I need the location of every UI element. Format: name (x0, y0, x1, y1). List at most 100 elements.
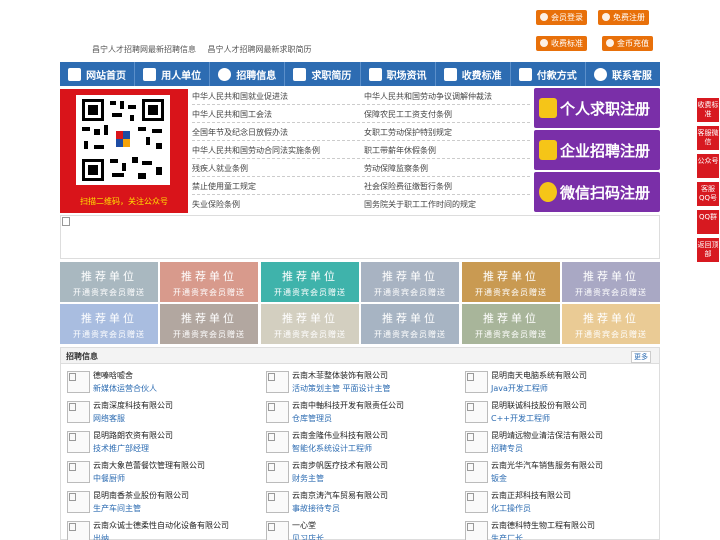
company-name[interactable]: 昆明靖远物业清洁保洁有限公司 (491, 430, 603, 441)
company-logo[interactable] (67, 431, 90, 453)
recommend-tile[interactable]: 推荐单位 开通贵宾会员赠送 (562, 262, 660, 302)
job-listing[interactable]: 云南大象芭蕾餐饮管理有限公司 中餐厨师 (61, 458, 257, 488)
job-listing[interactable]: 云南木菲整体装饰有限公司 活动策划主管 平面设计主管 (260, 368, 456, 398)
company-logo[interactable] (266, 521, 289, 540)
job-listing[interactable]: 一心堂 见习店长 (260, 518, 456, 540)
company-logo[interactable] (266, 371, 289, 393)
job-title[interactable]: 钣金 (491, 473, 507, 484)
company-logo[interactable] (465, 401, 488, 423)
company-logo[interactable] (465, 431, 488, 453)
job-listing[interactable]: 云南京涛汽车贸易有限公司 事故接待专员 (260, 488, 456, 518)
nav-resumes[interactable]: 求职简历 (285, 62, 361, 86)
job-listing[interactable]: 云南步帆医疗技术有限公司 财务主管 (260, 458, 456, 488)
company-name[interactable]: 昆明路朗农资有限公司 (93, 430, 173, 441)
job-listing[interactable]: 云南正邦科技有限公司 化工操作员 (459, 488, 655, 518)
company-logo[interactable] (465, 521, 488, 540)
company-name[interactable]: 昆明联诚科技股份有限公司 (491, 400, 587, 411)
nav-jobs[interactable]: 招聘信息 (210, 62, 286, 86)
job-title[interactable]: 生产车间主管 (93, 503, 141, 514)
company-logo[interactable] (465, 371, 488, 393)
job-title[interactable]: 见习店长 (292, 533, 324, 540)
job-listing[interactable]: 昆明南天电脑系统有限公司 Java开发工程师 (459, 368, 655, 398)
coin-recharge-button[interactable]: 金币充值 (602, 36, 653, 51)
job-listing[interactable]: 云南众诚士德柔性自动化设备有限公司 出纳 (61, 518, 257, 540)
company-logo[interactable] (67, 461, 90, 483)
company-name[interactable]: 云南金隆伟业科技有限公司 (292, 430, 388, 441)
nav-employers[interactable]: 用人单位 (135, 62, 211, 86)
job-title[interactable]: 化工操作员 (491, 503, 531, 514)
fee-standard-button[interactable]: 收费标准 (536, 36, 587, 51)
job-title[interactable]: 财务主管 (292, 473, 324, 484)
company-logo[interactable] (266, 431, 289, 453)
company-name[interactable]: 德嗪晗嘘舍 (93, 370, 133, 381)
company-name[interactable]: 云南木菲整体装饰有限公司 (292, 370, 388, 381)
wechat-register-button[interactable]: 微信扫码注册 (534, 172, 660, 212)
company-logo[interactable] (67, 491, 90, 513)
law-link[interactable]: 劳动保障监察条例 (364, 163, 428, 174)
side-back-to-top[interactable]: 返回顶部 (697, 238, 719, 262)
company-name[interactable]: 云南深度科技有限公司 (93, 400, 173, 411)
recommend-tile[interactable]: 推荐单位 开通贵宾会员赠送 (160, 262, 258, 302)
law-link[interactable]: 失业保险条例 (192, 199, 240, 210)
top-link-latest-resumes[interactable]: 昌宁人才招聘网最新求职简历 (208, 45, 312, 54)
job-listing[interactable]: 云南金隆伟业科技有限公司 智能化系统设计工程师 (260, 428, 456, 458)
law-link[interactable]: 残疾人就业条例 (192, 163, 248, 174)
company-logo[interactable] (67, 401, 90, 423)
job-listing[interactable]: 昆明联诚科技股份有限公司 C++开发工程师 (459, 398, 655, 428)
recommend-tile[interactable]: 推荐单位 开通贵宾会员赠送 (60, 262, 158, 302)
company-logo[interactable] (67, 521, 90, 540)
nav-contact[interactable]: 联系客服 (586, 62, 660, 86)
nav-fees[interactable]: 收费标准 (436, 62, 511, 86)
job-title[interactable]: 招聘专员 (491, 443, 523, 454)
job-title[interactable]: 技术推广部经理 (93, 443, 149, 454)
law-link[interactable]: 社会保险费征缴暂行条例 (364, 181, 452, 192)
member-login-button[interactable]: 会员登录 (536, 10, 587, 25)
recommend-tile[interactable]: 推荐单位 开通贵宾会员赠送 (562, 304, 660, 344)
nav-payment[interactable]: 付款方式 (511, 62, 586, 86)
job-title[interactable]: C++开发工程师 (491, 413, 550, 424)
side-official-account[interactable]: 公众号 (697, 154, 719, 178)
side-fee-standard[interactable]: 收费标准 (697, 98, 719, 122)
side-service-qq[interactable]: 客服QQ号 (697, 182, 719, 206)
recommend-tile[interactable]: 推荐单位 开通贵宾会员赠送 (462, 304, 560, 344)
company-name[interactable]: 云南步帆医疗技术有限公司 (292, 460, 388, 471)
job-listing[interactable]: 云南德科特生物工程有限公司生产厂长 (459, 518, 655, 540)
company-name[interactable]: 云南中軸科技开发有限责任公司 (292, 400, 404, 411)
job-title[interactable]: Java开发工程师 (491, 383, 548, 394)
company-logo[interactable] (465, 461, 488, 483)
job-listing[interactable]: 云南光华汽车销售服务有限公司 钣金 (459, 458, 655, 488)
company-name[interactable]: 云南德科特生物工程有限公司 (491, 520, 595, 531)
company-logo[interactable] (67, 371, 90, 393)
law-link[interactable]: 保障农民工工资支付条例 (364, 109, 452, 120)
company-name[interactable]: 云南大象芭蕾餐饮管理有限公司 (93, 460, 205, 471)
job-listing[interactable]: 云南中軸科技开发有限责任公司 仓库管理员 (260, 398, 456, 428)
job-title[interactable]: 生产厂长 (491, 533, 523, 540)
job-title[interactable]: 新媒体运营合伙人 (93, 383, 157, 394)
job-title[interactable]: 仓库管理员 (292, 413, 332, 424)
company-logo[interactable] (266, 461, 289, 483)
recommend-tile[interactable]: 推荐单位 开通贵宾会员赠送 (261, 262, 359, 302)
law-link[interactable]: 国务院关于职工工作时间的规定 (364, 199, 476, 210)
more-link[interactable]: 更多 (631, 351, 651, 363)
job-listing[interactable]: 德嗪晗嘘舍新媒体运营合伙人 (61, 368, 257, 398)
side-qq-group[interactable]: QQ群 (697, 210, 719, 234)
personal-register-button[interactable]: 个人求职注册 (534, 88, 660, 128)
job-listing[interactable]: 昆明南香茶业股份有限公司 生产车间主管 (61, 488, 257, 518)
company-logo[interactable] (465, 491, 488, 513)
company-logo[interactable] (266, 491, 289, 513)
law-link[interactable]: 中华人民共和国劳动合同法实施条例 (192, 145, 320, 156)
law-link[interactable]: 中华人民共和国就业促进法 (192, 91, 288, 102)
law-link[interactable]: 禁止使用童工规定 (192, 181, 256, 192)
top-link-latest-jobs[interactable]: 昌宁人才招聘网最新招聘信息 (92, 45, 196, 54)
company-name[interactable]: 昆明南香茶业股份有限公司 (93, 490, 189, 501)
job-title[interactable]: 网络客服 (93, 413, 125, 424)
law-link[interactable]: 中华人民共和国劳动争议调解仲裁法 (364, 91, 492, 102)
nav-home[interactable]: 网站首页 (60, 62, 136, 86)
recommend-tile[interactable]: 推荐单位 开通贵宾会员赠送 (462, 262, 560, 302)
law-link[interactable]: 全国年节及纪念日放假办法 (192, 127, 288, 138)
company-name[interactable]: 云南正邦科技有限公司 (491, 490, 571, 501)
job-listing[interactable]: 昆明靖远物业清洁保洁有限公司 招聘专员 (459, 428, 655, 458)
nav-news[interactable]: 职场资讯 (361, 62, 436, 86)
side-service-wechat[interactable]: 客服微信 (697, 126, 719, 150)
company-name[interactable]: 云南京涛汽车贸易有限公司 (292, 490, 388, 501)
